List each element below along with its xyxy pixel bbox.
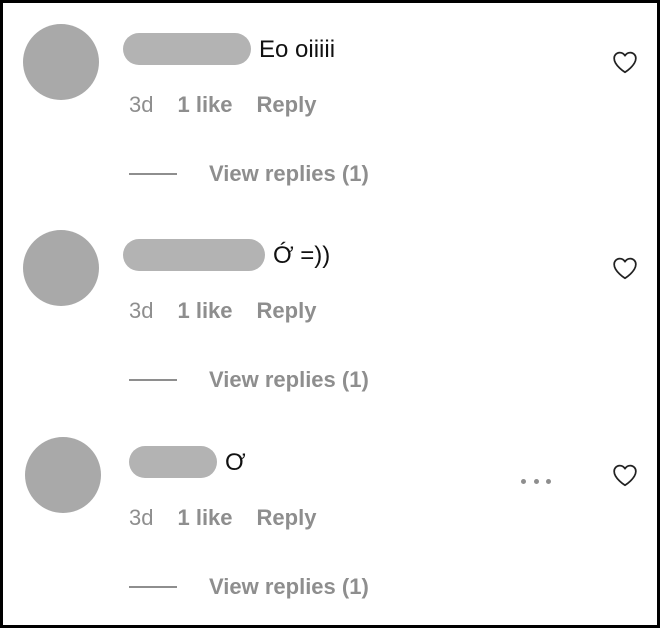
comment-item: Eo oiiiii 3d 1 like Reply View replies (… — [3, 6, 657, 212]
like-count[interactable]: 1 like — [177, 503, 232, 533]
reply-button[interactable]: Reply — [257, 296, 317, 326]
comment-item: Ơ 3d 1 like Reply View replies (1) — [3, 419, 657, 625]
reply-button[interactable]: Reply — [257, 90, 317, 120]
divider-line — [129, 173, 177, 175]
avatar[interactable] — [23, 24, 99, 100]
comment-meta: 3d 1 like Reply — [129, 296, 316, 326]
comment-text: Ơ — [225, 449, 246, 476]
comment-item: Ớ =)) 3d 1 like Reply View replies (1) — [3, 212, 657, 418]
view-replies-label: View replies (1) — [209, 161, 369, 186]
dot — [521, 478, 526, 484]
dot — [533, 478, 539, 484]
comment-meta: 3d 1 like Reply — [129, 90, 316, 120]
avatar[interactable] — [25, 437, 101, 513]
avatar[interactable] — [23, 230, 99, 306]
dot — [546, 478, 551, 484]
divider-line — [129, 586, 177, 588]
redacted-username[interactable] — [123, 239, 265, 271]
view-replies-label: View replies (1) — [209, 367, 369, 392]
redacted-username[interactable] — [129, 446, 217, 478]
view-replies-button[interactable]: View replies (1) — [129, 365, 369, 395]
heart-icon[interactable] — [612, 256, 638, 280]
divider-line — [129, 379, 177, 381]
comment-meta: 3d 1 like Reply — [129, 503, 316, 533]
like-count[interactable]: 1 like — [177, 296, 232, 326]
comment-timestamp: 3d — [129, 505, 154, 530]
view-replies-button[interactable]: View replies (1) — [129, 159, 369, 189]
view-replies-button[interactable]: View replies (1) — [129, 572, 369, 602]
comment-timestamp: 3d — [129, 92, 154, 117]
redacted-username[interactable] — [123, 33, 251, 65]
heart-icon[interactable] — [612, 50, 638, 74]
heart-icon[interactable] — [612, 463, 638, 487]
view-replies-label: View replies (1) — [209, 574, 369, 599]
comment-text: Eo oiiiii — [259, 36, 336, 63]
more-options-icon[interactable] — [521, 476, 551, 486]
reply-button[interactable]: Reply — [257, 503, 317, 533]
comments-panel: Eo oiiiii 3d 1 like Reply View replies (… — [0, 0, 660, 628]
comment-text: Ớ =)) — [273, 242, 331, 269]
like-count[interactable]: 1 like — [177, 90, 232, 120]
comment-timestamp: 3d — [129, 298, 154, 323]
